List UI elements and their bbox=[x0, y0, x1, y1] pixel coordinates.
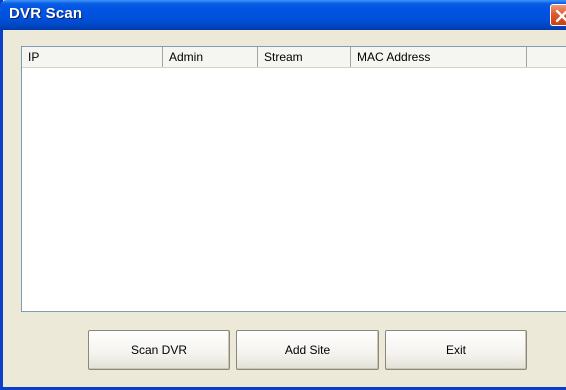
button-bar: Scan DVR Add Site Exit bbox=[3, 330, 566, 372]
column-header-ip[interactable]: IP bbox=[22, 47, 163, 67]
exit-button[interactable]: Exit bbox=[385, 330, 527, 370]
window-title: DVR Scan bbox=[9, 5, 83, 22]
scan-dvr-button[interactable]: Scan DVR bbox=[88, 330, 230, 370]
add-site-button[interactable]: Add Site bbox=[236, 330, 379, 370]
close-button[interactable] bbox=[550, 4, 566, 26]
title-bar[interactable]: DVR Scan bbox=[0, 0, 566, 30]
column-header-admin[interactable]: Admin bbox=[163, 47, 258, 67]
list-header: IP Admin Stream MAC Address bbox=[22, 47, 566, 68]
close-icon bbox=[555, 9, 566, 23]
list-body[interactable] bbox=[22, 68, 566, 311]
dvr-scan-window: DVR Scan IP Admin Stream MAC Address Sca… bbox=[0, 0, 566, 390]
column-header-extra[interactable] bbox=[527, 47, 566, 67]
column-header-stream[interactable]: Stream bbox=[258, 47, 351, 67]
dvr-list-view[interactable]: IP Admin Stream MAC Address bbox=[21, 46, 566, 312]
column-header-mac-address[interactable]: MAC Address bbox=[351, 47, 527, 67]
